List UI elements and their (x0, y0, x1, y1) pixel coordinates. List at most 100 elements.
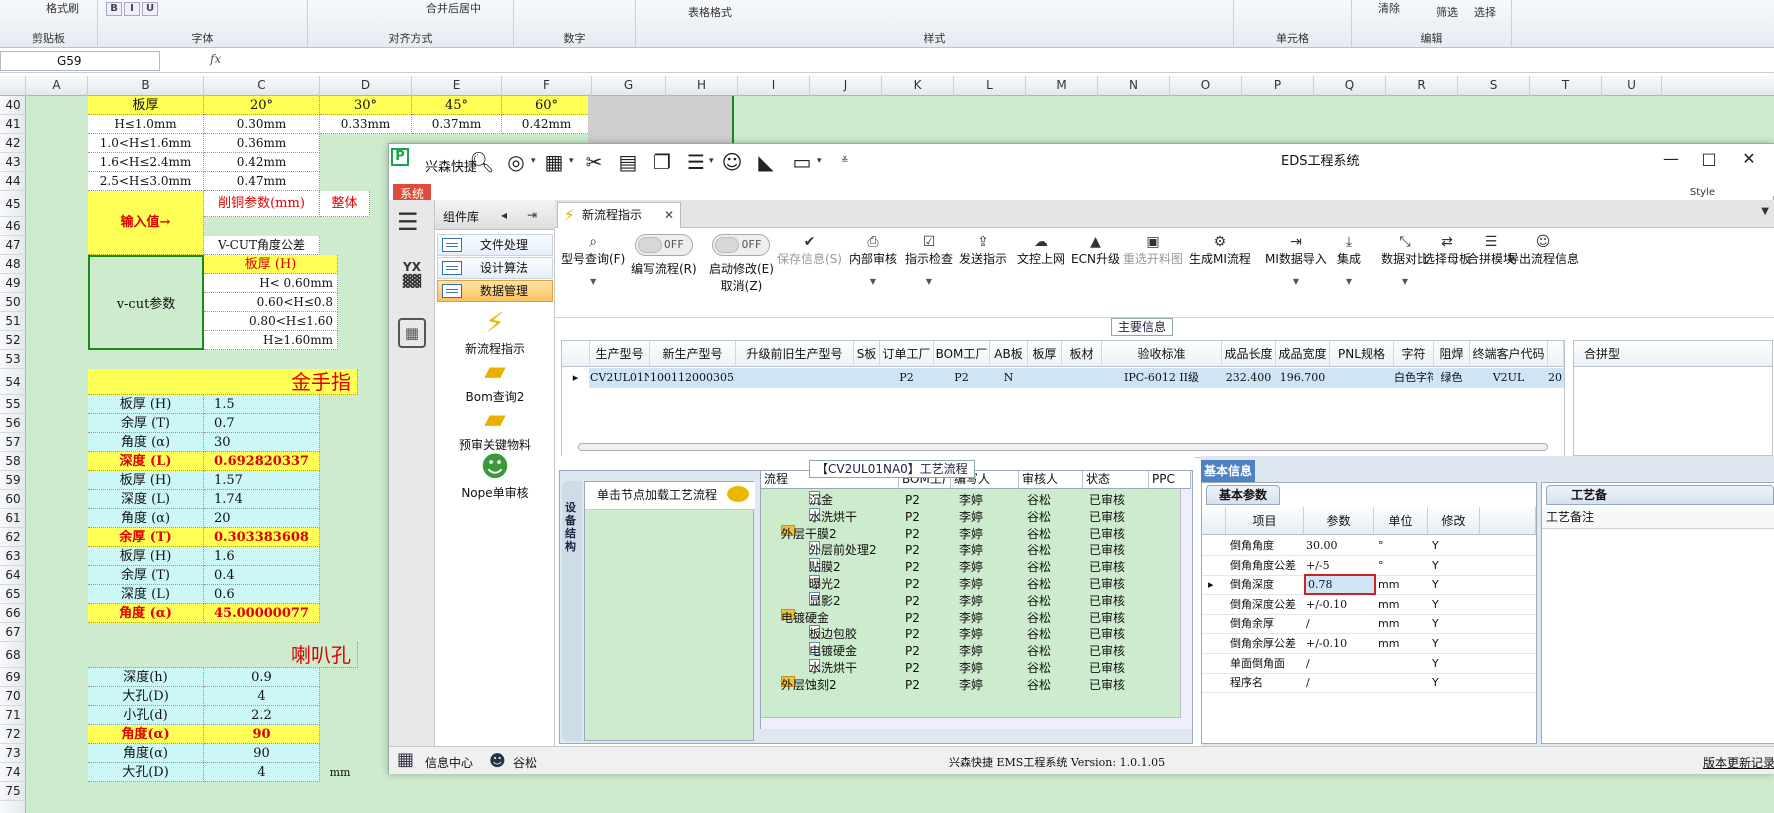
chevron-down-icon[interactable]: ▼ (849, 277, 897, 286)
param-value[interactable]: +/-0.10 (1306, 635, 1372, 653)
tab-basic-info[interactable]: 基本信息 (1201, 460, 1255, 482)
sheet-cell[interactable]: 角度 (α) (88, 604, 204, 623)
grid-icon[interactable]: ▦ (397, 751, 414, 769)
toolbar-button-13[interactable]: ⤡ 数据对比 ▼ (1381, 234, 1429, 286)
filter-button[interactable]: 筛选 (1436, 4, 1458, 20)
sheet-cell[interactable]: 喇叭孔 (88, 642, 358, 668)
merge-center-button[interactable]: 合并后居中 (426, 0, 481, 16)
column-header[interactable]: 成品长度 (1222, 341, 1276, 367)
film-icon[interactable]: ▤ (615, 150, 641, 174)
sheet-cell[interactable]: 30 (204, 433, 320, 452)
param-value[interactable]: +/-5 (1306, 557, 1372, 575)
row-header[interactable]: 59 (0, 471, 26, 490)
flow-tree[interactable]: 流程 BOM工厂 编写人 审核人 状态 PPC 沉金 P2 李婷 谷松 已审核 水洗烘干 P2 李婷 谷松已… (760, 471, 1192, 729)
column-header[interactable]: E (412, 76, 502, 96)
param-value[interactable]: +/-0.10 (1306, 596, 1372, 614)
toolbar-button-7[interactable]: ☁ 文控上网 (1017, 234, 1065, 267)
column-header[interactable]: C (204, 76, 320, 96)
sheet-cell[interactable]: 1.5 (204, 395, 320, 414)
column-header[interactable]: 新生产型号 (650, 341, 736, 367)
toolbar-button-14[interactable]: ⇄ 选择母板 (1423, 234, 1471, 267)
grid-cell[interactable] (1028, 368, 1062, 388)
row-header[interactable]: 72 (0, 725, 26, 744)
row-header[interactable]: 45 (0, 191, 26, 217)
sheet-cell[interactable]: 2.5<H≤3.0mm (88, 172, 204, 191)
complib-item-file[interactable]: 文件处理 (437, 234, 553, 256)
row-header[interactable]: 40 (0, 96, 26, 115)
row-header[interactable]: 54 (0, 369, 26, 395)
horizontal-scrollbar[interactable] (761, 717, 1181, 729)
pin-icon[interactable]: ⇥ (527, 208, 537, 222)
sheet-cell[interactable]: 板厚 (H) (204, 255, 338, 274)
column-header[interactable]: 参数 (1304, 507, 1374, 535)
sheet-cell[interactable]: 0.692820337 (204, 452, 320, 471)
column-header[interactable]: 状态 (1083, 471, 1149, 489)
chat-bubble-icon[interactable] (727, 486, 749, 502)
underline-button[interactable]: U (142, 2, 158, 16)
clear-button[interactable]: 清除 (1378, 0, 1400, 16)
column-header[interactable]: S (1458, 76, 1530, 96)
column-header[interactable]: PPC (1149, 471, 1191, 489)
grid-cell[interactable] (854, 368, 880, 388)
column-header[interactable]: T (1530, 76, 1602, 96)
sheet-cell[interactable]: 0.303383608 (204, 528, 320, 547)
column-header[interactable]: K (882, 76, 954, 96)
tool-new-flow[interactable]: ⚡︎ 新流程指示 (435, 306, 555, 357)
chevron-down-icon[interactable]: ▾ (709, 156, 714, 166)
row-header[interactable]: 73 (0, 744, 26, 763)
row-header[interactable]: 74 (0, 763, 26, 782)
param-row[interactable]: 倒角余厚 / mm Y (1202, 615, 1536, 635)
row-header[interactable]: 43 (0, 153, 26, 172)
sheet-cell[interactable]: 输入值→ (88, 191, 204, 255)
menu-icon[interactable]: ☰ (397, 208, 419, 236)
param-value[interactable]: / (1306, 674, 1372, 692)
style-menu[interactable]: Style (1690, 187, 1715, 198)
row-header[interactable]: 75 (0, 782, 26, 801)
format-painter-button[interactable]: 格式刷 (46, 0, 79, 16)
sheet-cell[interactable]: 深度 (L) (88, 585, 204, 604)
row-header[interactable]: 69 (0, 668, 26, 687)
globe-icon[interactable]: ◎ (503, 150, 529, 174)
toolbar-button-12[interactable]: ⤓ 集成 ▼ (1337, 234, 1361, 286)
column-header[interactable]: U (1602, 76, 1662, 96)
sheet-cell[interactable]: 0.6 (204, 585, 320, 604)
sheet-cell[interactable]: 45° (412, 96, 502, 115)
grid-cell[interactable] (1330, 368, 1394, 388)
bold-button[interactable]: B (106, 2, 122, 16)
sheet-cell[interactable]: 板厚 (H) (88, 395, 204, 414)
table-icon[interactable]: ▦ (541, 150, 567, 174)
toggle-switch[interactable]: OFF (634, 234, 693, 256)
fx-icon[interactable]: fx (210, 52, 221, 66)
chevron-down-icon[interactable]: ▾ (817, 156, 822, 166)
sheet-cell[interactable]: 0.9 (204, 668, 320, 687)
sheet-cell[interactable]: H≤1.0mm (88, 115, 204, 134)
row-header[interactable]: 63 (0, 547, 26, 566)
collapse-left-icon[interactable]: ◂ (501, 208, 507, 222)
column-header[interactable]: L (954, 76, 1026, 96)
column-header[interactable]: 字符 (1394, 341, 1434, 367)
sheet-cell[interactable]: 0.36mm (204, 134, 320, 153)
column-header[interactable]: S板 (854, 341, 880, 367)
sheet-cell[interactable]: 深度 (L) (88, 452, 204, 471)
column-header[interactable]: B (88, 76, 204, 96)
sheet-cell[interactable]: 余厚 (T) (88, 528, 204, 547)
toggle-switch[interactable]: OFF (712, 234, 771, 256)
grid-cell[interactable]: P2 (880, 368, 934, 388)
tab-dropdown-icon[interactable]: ▼ (1761, 206, 1769, 217)
search-icon[interactable]: 🔍︎ (469, 150, 495, 174)
horizontal-scrollbar[interactable] (578, 443, 1548, 451)
row-header[interactable]: 67 (0, 623, 26, 642)
toolbar-button-0[interactable]: ⌕ 型号查询(F) ▼ (561, 234, 625, 286)
toolbar-button-5[interactable]: ☑ 指示检查 ▼ (905, 234, 953, 286)
sheet-cell[interactable]: 角度 (α) (88, 433, 204, 452)
sheet-cell[interactable]: 大孔(D) (88, 687, 204, 706)
param-row[interactable]: 程序名 / Y (1202, 674, 1536, 694)
column-header[interactable]: J (810, 76, 882, 96)
tool-key-material[interactable]: ▰ 预审关键物料 (435, 402, 555, 453)
param-value[interactable]: / (1306, 655, 1372, 673)
close-icon[interactable]: ✕ (1729, 148, 1769, 170)
column-header[interactable]: PNL规格 (1330, 341, 1394, 367)
italic-button[interactable]: I (124, 2, 140, 16)
sheet-cell[interactable]: 20° (204, 96, 320, 115)
calculator-icon[interactable]: ▦ (398, 318, 426, 348)
